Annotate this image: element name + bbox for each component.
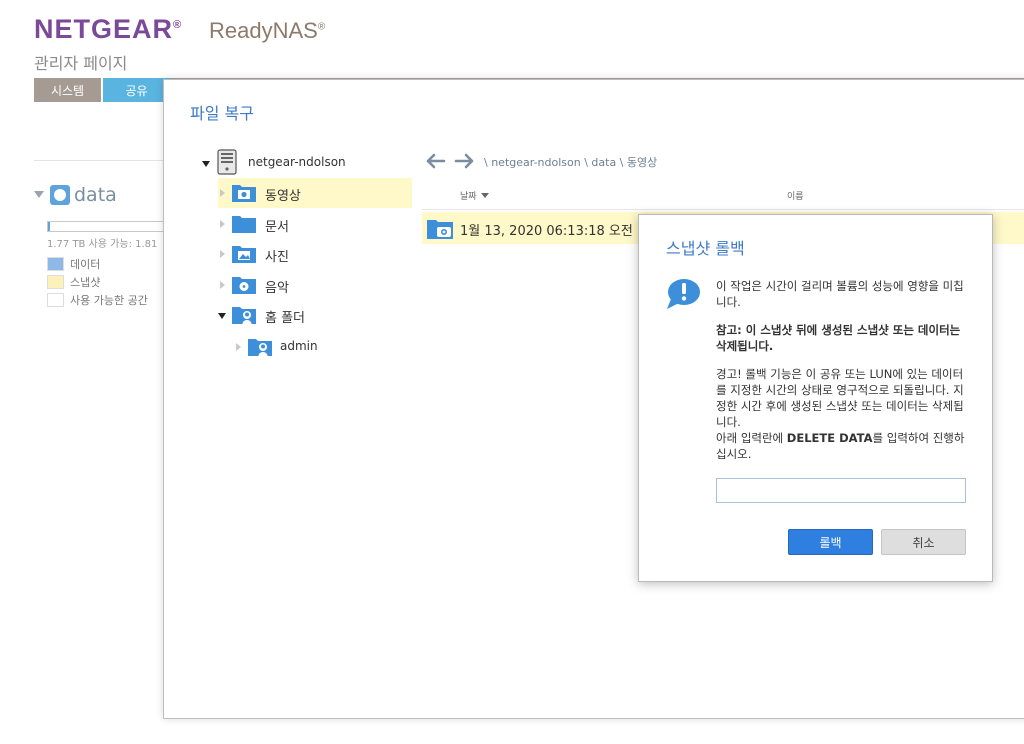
expand-arrow-icon[interactable] bbox=[202, 161, 210, 167]
tree-item-pictures[interactable]: 사진 bbox=[218, 239, 412, 269]
volume-name: data bbox=[74, 184, 117, 206]
expand-arrow-icon[interactable] bbox=[218, 313, 226, 319]
expand-arrow-icon[interactable] bbox=[236, 343, 241, 351]
breadcrumb: \ netgear-ndolson \ data \ 동영상 bbox=[484, 156, 658, 169]
expand-arrow-icon[interactable] bbox=[220, 189, 225, 197]
forward-arrow-icon[interactable] bbox=[454, 152, 474, 170]
dialog-instruction: 아래 입력란에 DELETE DATA를 입력하여 진행하십시오. bbox=[716, 431, 965, 461]
dialog-note: 참고: 이 스냅샷 뒤에 생성된 스냅샷 또는 데이터는 삭제됩니다. bbox=[716, 323, 961, 353]
snapshot-rollback-dialog: 스냅샷 롤백 이 작업은 시간이 걸리며 볼륨의 성능에 영향을 미칩니다. 참… bbox=[638, 214, 993, 582]
admin-page-title: 관리자 페이지 bbox=[34, 54, 128, 73]
expand-arrow-icon[interactable] bbox=[220, 250, 225, 258]
file-toolbar: \ netgear-ndolson \ data \ 동영상 bbox=[426, 152, 1024, 172]
info-speech-bubble-icon bbox=[667, 279, 700, 309]
legend-swatch-free bbox=[47, 293, 64, 307]
picture-folder-icon bbox=[232, 246, 256, 263]
expand-arrow-icon[interactable] bbox=[220, 281, 225, 289]
confirm-text-input[interactable] bbox=[716, 478, 966, 503]
volume-pie-icon bbox=[50, 185, 70, 205]
readynas-logo: ReadyNAS® bbox=[209, 18, 326, 43]
tree-item-videos[interactable]: 동영상 bbox=[218, 178, 412, 208]
tree-root[interactable]: netgear-ndolson bbox=[200, 148, 412, 178]
tree-item-admin[interactable]: admin bbox=[234, 332, 412, 362]
expand-arrow-icon[interactable] bbox=[220, 220, 225, 228]
tab-shares[interactable]: 공유 bbox=[103, 78, 170, 102]
tree-item-label: admin bbox=[280, 339, 318, 353]
dialog-title: 스냅샷 롤백 bbox=[666, 239, 745, 258]
tree-item-music[interactable]: 음악 bbox=[218, 270, 412, 300]
tree-item-label: 문서 bbox=[265, 220, 289, 235]
nas-device-icon bbox=[217, 149, 237, 175]
user-folder-icon bbox=[232, 307, 256, 324]
tab-system[interactable]: 시스템 bbox=[34, 78, 101, 102]
legend-swatch-data bbox=[47, 257, 64, 271]
volume-usage-text: 1.77 TB 사용 가능: 1.81 bbox=[47, 239, 158, 250]
tree-item-label: 홈 폴더 bbox=[265, 311, 306, 326]
divider bbox=[34, 160, 164, 161]
folder-icon bbox=[232, 216, 256, 233]
collapse-arrow-icon[interactable] bbox=[34, 191, 44, 198]
snapshot-folder-icon bbox=[427, 220, 453, 239]
back-arrow-icon[interactable] bbox=[426, 152, 446, 170]
rollback-button[interactable]: 롤백 bbox=[788, 529, 873, 555]
tree-root-label: netgear-ndolson bbox=[248, 155, 346, 169]
cancel-button[interactable]: 취소 bbox=[881, 529, 966, 555]
sort-desc-icon bbox=[480, 193, 489, 198]
music-folder-icon bbox=[232, 277, 256, 294]
tree-item-home-folder[interactable]: 홈 폴더 bbox=[218, 300, 412, 330]
tree-item-documents[interactable]: 문서 bbox=[218, 209, 412, 239]
snapshot-date: 1월 13, 2020 06:13:18 오전 bbox=[460, 224, 633, 239]
dialog-body: 이 작업은 시간이 걸리며 볼륨의 성능에 영향을 미칩니다. 참고: 이 스냅… bbox=[716, 278, 971, 474]
column-name[interactable]: 이름 bbox=[787, 189, 804, 202]
app-root: NETGEAR® ReadyNAS® 관리자 페이지 시스템 공유 data 1… bbox=[0, 0, 1024, 744]
tree-item-label: 동영상 bbox=[265, 189, 301, 204]
legend-swatch-snapshot bbox=[47, 275, 64, 289]
tree-item-label: 음악 bbox=[265, 281, 289, 296]
recovery-title: 파일 복구 bbox=[190, 104, 254, 123]
column-date[interactable]: 날짜 bbox=[460, 189, 489, 202]
file-grid-header: 날짜 이름 bbox=[422, 180, 1024, 210]
tree-item-label: 사진 bbox=[265, 250, 289, 265]
dialog-warning: 경고! 롤백 기능은 이 공유 또는 LUN에 있는 데이터를 지정한 시간의 … bbox=[716, 367, 964, 429]
user-folder-icon bbox=[248, 339, 272, 356]
usage-fill bbox=[48, 222, 51, 231]
dialog-message: 이 작업은 시간이 걸리며 볼륨의 성능에 영향을 미칩니다. bbox=[716, 279, 964, 309]
volume-usage-bar bbox=[47, 221, 164, 232]
netgear-logo: NETGEAR® bbox=[34, 14, 183, 44]
video-folder-icon bbox=[232, 185, 256, 202]
